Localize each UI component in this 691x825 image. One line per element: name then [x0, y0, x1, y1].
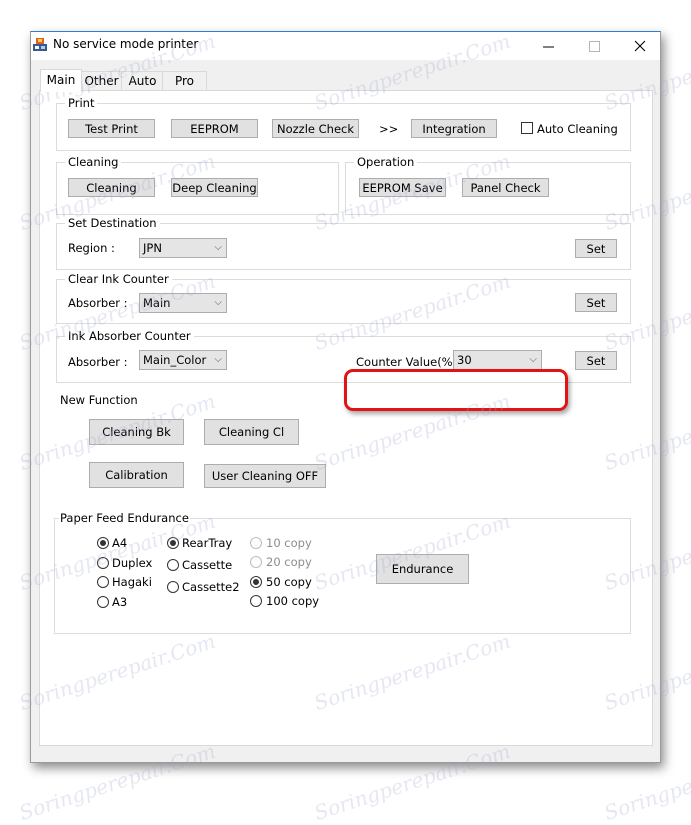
operation-group: Operation EEPROM Save Panel Check	[345, 155, 631, 215]
radio-duplex[interactable]	[97, 557, 109, 569]
radio-hagaki-label[interactable]: Hagaki	[112, 575, 152, 589]
calibration-button[interactable]: Calibration	[89, 462, 184, 488]
radio-cassette[interactable]	[167, 559, 179, 571]
arrow-label: >>	[379, 122, 399, 136]
radio-a3[interactable]	[97, 596, 109, 608]
main-tab-panel: Print Test Print EEPROM Nozzle Check >> …	[39, 90, 653, 746]
clear-ink-counter-group: Clear Ink Counter Absorber : Main ⌵ Set	[56, 272, 631, 324]
radio-10-copy-label: 10 copy	[266, 536, 312, 550]
radio-a3-label[interactable]: A3	[112, 595, 127, 609]
radio-reartray[interactable]	[167, 537, 179, 549]
paper-feed-endurance-group: Paper Feed Endurance A4 Duplex Hagaki A3…	[54, 511, 631, 634]
absorber-value: Main_Color	[143, 353, 207, 367]
panel-check-button[interactable]: Panel Check	[462, 178, 549, 197]
radio-a4[interactable]	[97, 537, 109, 549]
counter-value-dropdown[interactable]: 30 ⌵	[453, 350, 542, 370]
clear-absorber-value: Main	[143, 296, 171, 310]
close-button[interactable]	[617, 32, 663, 60]
minimize-button[interactable]	[525, 32, 571, 60]
deep-cleaning-button[interactable]: Deep Cleaning	[171, 178, 258, 197]
set-destination-button[interactable]: Set	[575, 239, 617, 258]
endurance-button[interactable]: Endurance	[376, 554, 469, 584]
region-label: Region :	[68, 241, 115, 255]
chevron-down-icon: ⌵	[214, 354, 222, 365]
operation-group-label: Operation	[354, 155, 418, 169]
eeprom-save-button[interactable]: EEPROM Save	[359, 178, 446, 197]
maximize-icon	[588, 40, 600, 52]
cleaning-cl-button[interactable]: Cleaning Cl	[204, 419, 299, 445]
window-title: No service mode printer	[53, 37, 199, 51]
print-group: Print Test Print EEPROM Nozzle Check >> …	[56, 96, 631, 151]
radio-10-copy	[250, 537, 262, 549]
radio-duplex-label[interactable]: Duplex	[112, 556, 152, 570]
nozzle-check-button[interactable]: Nozzle Check	[272, 119, 359, 138]
radio-50-copy-label[interactable]: 50 copy	[266, 575, 312, 589]
cleaning-group-label: Cleaning	[65, 155, 122, 169]
radio-100-copy[interactable]	[250, 595, 262, 607]
cleaning-bk-button[interactable]: Cleaning Bk	[89, 419, 184, 445]
maximize-button[interactable]	[571, 32, 617, 60]
absorber-label: Absorber :	[68, 355, 128, 369]
set-destination-label: Set Destination	[65, 216, 160, 230]
region-value: JPN	[143, 241, 162, 255]
counter-value-highlight	[344, 369, 568, 411]
radio-hagaki[interactable]	[97, 576, 109, 588]
radio-reartray-label[interactable]: RearTray	[182, 536, 232, 550]
radio-20-copy-label: 20 copy	[266, 555, 312, 569]
chevron-down-icon: ⌵	[529, 354, 537, 365]
eeprom-button[interactable]: EEPROM	[171, 119, 258, 138]
auto-cleaning-checkbox[interactable]	[521, 122, 533, 134]
clear-ink-counter-label: Clear Ink Counter	[65, 272, 172, 286]
radio-cassette2[interactable]	[167, 581, 179, 593]
ink-absorber-counter-label: Ink Absorber Counter	[65, 329, 194, 343]
region-dropdown[interactable]: JPN ⌵	[139, 238, 227, 258]
printer-app-icon	[33, 38, 47, 51]
radio-20-copy	[250, 556, 262, 568]
set-destination-group: Set Destination Region : JPN ⌵ Set	[56, 216, 631, 270]
user-cleaning-off-button[interactable]: User Cleaning OFF	[204, 464, 326, 488]
new-function-label: New Function	[60, 393, 138, 407]
ink-absorber-set-button[interactable]: Set	[575, 351, 617, 370]
clear-ink-counter-set-button[interactable]: Set	[575, 293, 617, 312]
absorber-dropdown[interactable]: Main_Color ⌵	[139, 350, 227, 370]
clear-absorber-dropdown[interactable]: Main ⌵	[139, 293, 227, 313]
clear-absorber-label: Absorber :	[68, 296, 128, 310]
tab-other[interactable]: Other	[80, 71, 123, 91]
cleaning-group: Cleaning Cleaning Deep Cleaning	[56, 155, 339, 215]
integration-button[interactable]: Integration	[411, 119, 497, 138]
chevron-down-icon: ⌵	[214, 297, 222, 308]
minimize-icon	[542, 46, 554, 47]
close-icon	[634, 40, 646, 52]
counter-value-label: Counter Value(%) :	[356, 355, 465, 369]
radio-50-copy[interactable]	[250, 576, 262, 588]
title-bar[interactable]: No service mode printer	[31, 32, 660, 60]
counter-value: 30	[457, 353, 472, 367]
radio-a4-label[interactable]: A4	[112, 536, 127, 550]
app-window: No service mode printer Main Other Auto …	[30, 31, 661, 763]
radio-cassette-label[interactable]: Cassette	[182, 558, 232, 572]
chevron-down-icon: ⌵	[214, 242, 222, 253]
radio-cassette2-label[interactable]: Cassette2	[182, 580, 240, 594]
auto-cleaning-label[interactable]: Auto Cleaning	[537, 122, 618, 136]
tab-main[interactable]: Main	[40, 69, 82, 92]
cleaning-button[interactable]: Cleaning	[68, 178, 155, 197]
tab-auto[interactable]: Auto	[121, 71, 164, 91]
radio-100-copy-label[interactable]: 100 copy	[266, 594, 319, 608]
test-print-button[interactable]: Test Print	[68, 119, 155, 138]
paper-feed-endurance-label: Paper Feed Endurance	[59, 511, 190, 525]
tab-pro[interactable]: Pro	[162, 71, 207, 91]
print-group-label: Print	[65, 96, 98, 110]
